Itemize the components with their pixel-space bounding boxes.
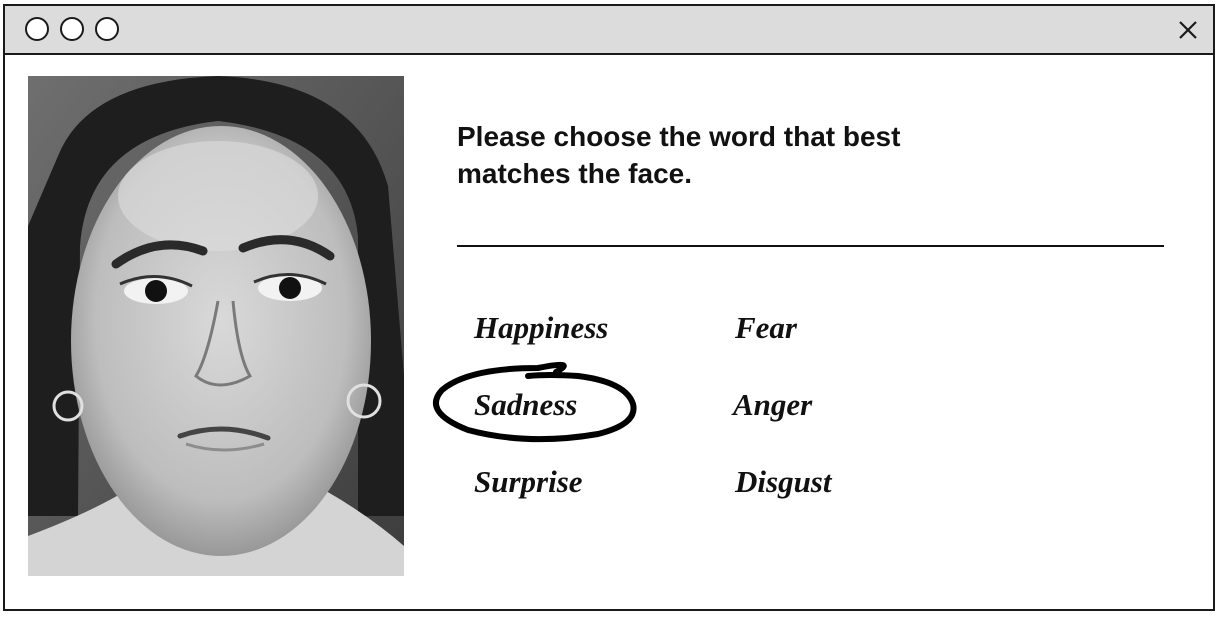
option-happiness[interactable]: Happiness [474, 310, 608, 346]
option-fear[interactable]: Fear [735, 310, 797, 346]
face-photo [28, 76, 404, 576]
title-bar [5, 6, 1213, 55]
instruction-line-2: matches the face. [457, 158, 692, 189]
window-button-2[interactable] [60, 17, 84, 41]
close-icon[interactable] [1175, 17, 1201, 43]
window-button-1[interactable] [25, 17, 49, 41]
option-surprise[interactable]: Surprise [474, 464, 583, 500]
option-anger[interactable]: Anger [733, 387, 812, 423]
instruction-line-1: Please choose the word that best [457, 121, 901, 152]
instruction-text: Please choose the word that best matches… [457, 118, 1017, 192]
window-button-3[interactable] [95, 17, 119, 41]
option-disgust[interactable]: Disgust [735, 464, 831, 500]
option-sadness[interactable]: Sadness [474, 387, 577, 423]
divider [457, 245, 1164, 247]
